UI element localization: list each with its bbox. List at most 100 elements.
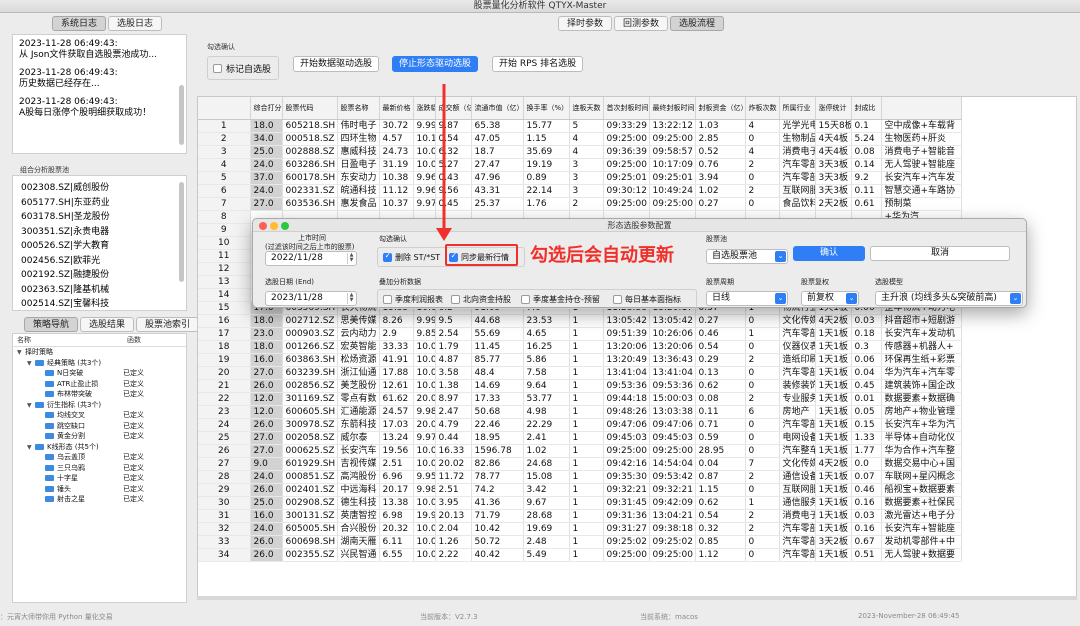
column-header[interactable]: 涨跌幅 [413, 97, 436, 120]
column-header[interactable]: 最终封板时间 [649, 97, 696, 120]
remove-st-option[interactable]: 删除 ST/*ST [383, 251, 440, 263]
table-row[interactable]: 17 23.0 000903.SZ 云内动力 2.9 9.85 2.54 55.69 4.65 1… [198, 327, 962, 341]
zoom-dot-icon[interactable] [281, 222, 289, 230]
end-date-field[interactable]: 2023/11/28 ▲ ▼ [265, 291, 357, 306]
column-header[interactable]: 最新价格 [379, 97, 414, 120]
model-select[interactable]: 主升浪 (均线多头&突破前高) ⌄ [875, 291, 1023, 306]
mark-favorite-checkbox[interactable] [213, 63, 222, 73]
listing-date-field[interactable]: 2022/11/28 ▲ ▼ [265, 251, 357, 266]
column-header[interactable]: 成交额（亿） [435, 97, 472, 120]
stock-pool-item[interactable]: 002363.SZ|隆基机械 [21, 283, 178, 298]
tree-item[interactable]: 乌云盖顶 已定义 [13, 452, 186, 463]
stock-pool-item[interactable]: 002308.SZ|威创股份 [21, 181, 178, 196]
tree-item[interactable]: N日突破 已定义 [13, 368, 186, 379]
dialog-cancel-button[interactable]: 取消 [870, 246, 1010, 261]
stock-pool-item[interactable]: 002456.SZ|欧菲光 [21, 254, 178, 269]
table-row[interactable]: 6 24.0 002331.SZ 皖通科技 11.12 9.96 9.56 43.31 22.1… [198, 184, 962, 198]
tree-item[interactable]: 锤头 已定义 [13, 484, 186, 495]
stock-pool-item[interactable]: 603178.SH|圣龙股份 [21, 210, 178, 225]
date-stepper-icon[interactable]: ▲ ▼ [347, 293, 355, 304]
table-row[interactable]: 2627.0000625.SZ长安汽车19.5610.0116.331596.7… [198, 444, 962, 458]
column-header[interactable]: 连板天数 [569, 97, 604, 120]
column-header[interactable]: 涨停统计 [815, 97, 852, 120]
column-header[interactable]: 流通市值（亿） [471, 97, 524, 120]
stock-pool-item[interactable]: 605177.SH|东亚药业 [21, 196, 178, 211]
column-header[interactable] [881, 97, 962, 120]
tab-top-0[interactable]: 择时参数 [558, 16, 613, 31]
stock-pool-item[interactable]: 300351.SZ|永贵电器 [21, 225, 178, 240]
overlay-option[interactable]: 季度利润报表 [383, 294, 443, 305]
tree-item[interactable]: 布林带突破 已定义 [13, 389, 186, 400]
period-select[interactable]: 日线 ⌄ [706, 291, 788, 306]
table-row[interactable]: 2426.0300978.SZ东箭科技17.0320.014.7922.4622… [198, 418, 962, 432]
table-row[interactable]: 1 18.0 605218.SH 伟时电子 30.72 9.99 9.87 65.38 15.7… [198, 119, 962, 133]
tree-item[interactable]: ▼ 经典策略 (共3个) [13, 358, 186, 369]
close-dot-icon[interactable] [259, 222, 267, 230]
column-header[interactable]: 封成比 [851, 97, 882, 120]
adjust-select[interactable]: 前复权 ⌄ [801, 291, 859, 306]
table-row[interactable]: 3116.0300131.SZ英唐智控6.9819.9320.1371.7928… [198, 509, 962, 523]
remove-st-checkbox[interactable] [383, 251, 392, 262]
tree-item[interactable]: 均线交叉 已定义 [13, 410, 186, 421]
table-row[interactable]: 3025.0002908.SZ德生科技13.3810.033.9541.369.… [198, 496, 962, 510]
tab-left-0[interactable]: 系统日志 [52, 16, 107, 31]
table-row[interactable]: 2126.0002856.SZ美芝股份12.6110.031.3814.699.… [198, 379, 962, 393]
tab-top-1[interactable]: 回测参数 [614, 16, 669, 31]
table-row[interactable]: 18 18.0 001266.SZ 宏英智能 33.33 10.0 1.79 11.45 16.… [198, 340, 962, 354]
stock-pool-item[interactable]: 002192.SZ|融捷股份 [21, 268, 178, 283]
tree-item[interactable]: 跳空缺口 已定义 [13, 421, 186, 432]
table-row[interactable]: 234.0000518.SZ四环生物4.5710.120.5447.051.15… [198, 132, 962, 146]
tab-strategy-2[interactable]: 股票池索引 [136, 317, 200, 332]
stock-pool-scrollbar[interactable] [179, 182, 184, 282]
column-header[interactable]: 炸板次数 [745, 97, 780, 120]
stock-pool-item[interactable]: 002514.SZ|宝馨科技 [21, 297, 178, 310]
tab-strategy-0[interactable]: 策略导航 [24, 317, 79, 332]
table-row[interactable]: 3224.0605005.SH合兴股份20.3210.022.0410.4219… [198, 522, 962, 536]
start-data-driven-button[interactable]: 开始数据驱动选股 [293, 56, 380, 72]
table-row[interactable]: 22 12.0 301169.SZ 零点有数 61.62 20.0 8.97 17.33 53.… [198, 392, 962, 406]
table-row[interactable]: 19 16.0 603863.SH 松炀资源 41.91 10.0 4.87 85.77 5.8… [198, 353, 962, 367]
tab-top-2[interactable]: 选股流程 [670, 16, 725, 31]
tree-item[interactable]: 三只乌鸦 已定义 [13, 463, 186, 474]
date-stepper-icon[interactable]: ▲ ▼ [347, 253, 355, 264]
tree-item[interactable]: 黄金分割 已定义 [13, 431, 186, 442]
column-header[interactable]: 封板资金（亿） [695, 97, 746, 120]
table-row[interactable]: 25 27.0 002058.SZ 威尔泰 13.24 9.97 0.44 18.95 2.41… [198, 431, 962, 445]
tab-strategy-1[interactable]: 选股结果 [80, 317, 135, 332]
tree-item[interactable]: ▼ K线形态 (共5个) [13, 442, 186, 453]
column-header[interactable]: 综合打分 [250, 97, 283, 120]
table-row[interactable]: 29 26.0 002401.SZ 中远海科 20.17 9.98 2.51 74.2 3.42… [198, 483, 962, 497]
table-row[interactable]: 3326.0600698.SH湖南天雁6.1110.091.2650.722.4… [198, 535, 962, 549]
overlay-checkbox[interactable] [613, 295, 622, 304]
stop-pattern-driven-button[interactable]: 停止形态驱动选股 [392, 56, 479, 72]
table-row[interactable]: 23 12.0 600605.SH 汇通能源 24.57 9.98 2.47 50.68 4.9… [198, 405, 962, 419]
table-row[interactable]: 3426.0002355.SZ兴民智通6.5510.082.2240.425.4… [198, 548, 962, 562]
table-row[interactable]: 325.0002888.SZ惠威科技24.7310.016.3218.735.6… [198, 145, 962, 159]
table-row[interactable]: 7 27.0 603536.SH 惠发食品 10.37 9.97 0.45 25.37 1.76… [198, 197, 962, 211]
column-header[interactable]: 股票代码 [282, 97, 338, 120]
tree-item[interactable]: ▼ 择时策略 [13, 347, 186, 358]
overlay-option[interactable]: 每日基本面指标 [613, 294, 681, 305]
log-scrollbar[interactable] [179, 85, 184, 145]
table-row[interactable]: 424.0603286.SH日盈电子31.1910.025.2727.4719.… [198, 158, 962, 172]
overlay-checkbox[interactable] [521, 295, 530, 304]
table-row[interactable]: 5 37.0 600178.SH 东安动力 10.38 9.96 0.43 47.96 0.89… [198, 171, 962, 185]
column-header[interactable]: 首次封板时间 [603, 97, 650, 120]
column-header[interactable]: 股票名称 [337, 97, 380, 120]
column-header[interactable]: 所属行业 [779, 97, 816, 120]
table-row[interactable]: 16 18.0 002712.SZ 思美传媒 8.26 9.99 9.5 44.68 23.53… [198, 314, 962, 328]
tree-item[interactable]: ▼ 衍生指标 (共3个) [13, 400, 186, 411]
overlay-checkbox[interactable] [383, 295, 392, 304]
tree-item[interactable]: 十字星 已定义 [13, 473, 186, 484]
column-header[interactable] [198, 97, 251, 120]
stock-pool-item[interactable]: 000526.SZ|学大教育 [21, 239, 178, 254]
table-row[interactable]: 28 24.0 000851.SZ 高鸿股份 6.96 9.95 11.72 78.77 15.… [198, 470, 962, 484]
minimize-dot-icon[interactable] [270, 222, 278, 230]
tree-item[interactable]: ATR止盈止损 已定义 [13, 379, 186, 390]
start-rps-button[interactable]: 开始 RPS 排名选股 [492, 56, 584, 72]
overlay-option[interactable]: 季度基金持仓-预留 [521, 294, 600, 305]
table-row[interactable]: 2027.0603239.SH浙江仙通17.8810.033.5848.47.5… [198, 366, 962, 380]
tab-left-1[interactable]: 选股日志 [108, 16, 163, 31]
overlay-option[interactable]: 北向资金持股 [451, 294, 511, 305]
pool-select[interactable]: 自选股票池 ⌄ [706, 249, 788, 264]
